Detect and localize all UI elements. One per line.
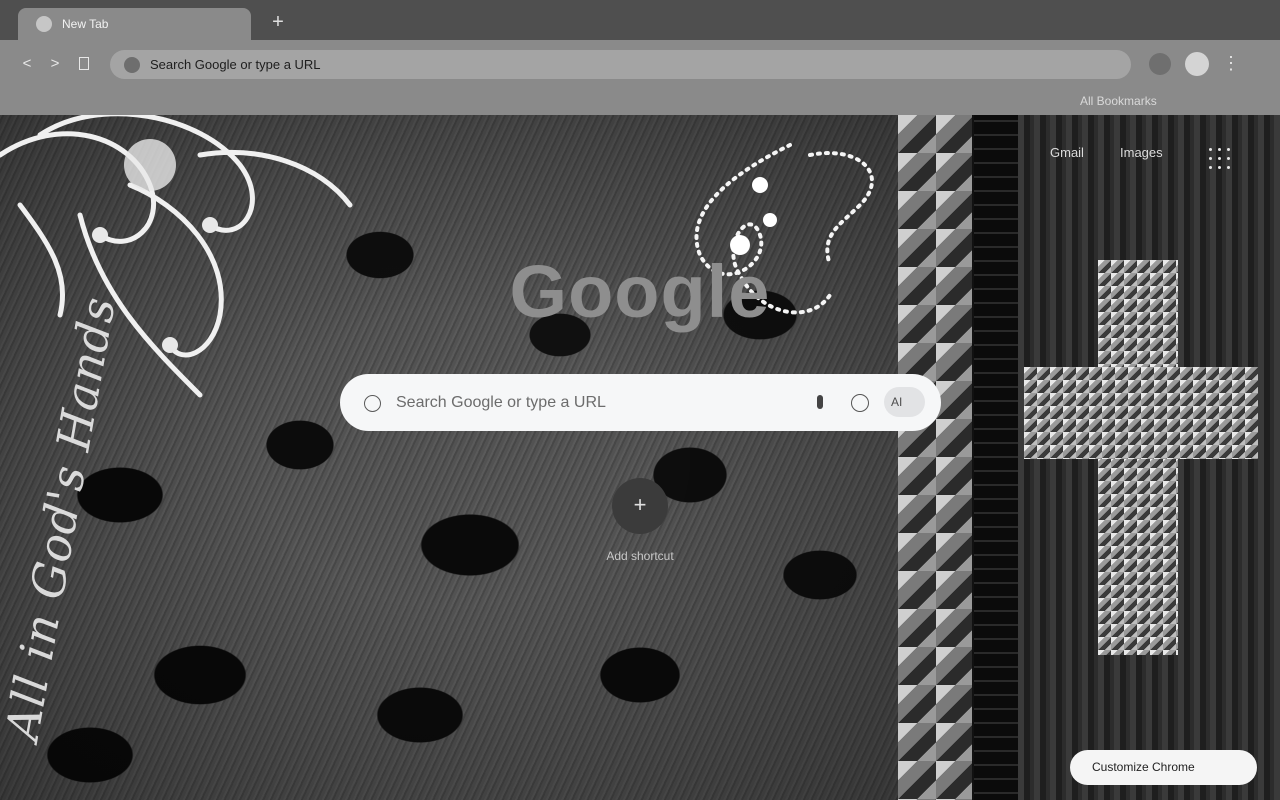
ntp-search-box[interactable]: Search Google or type a URL AI	[340, 374, 941, 431]
studded-strip	[898, 115, 974, 800]
tab-title: New Tab	[62, 17, 109, 31]
tab-new-tab[interactable]: New Tab	[18, 8, 251, 40]
search-placeholder: Search Google or type a URL	[396, 394, 606, 411]
address-bar-text: Search Google or type a URL	[150, 57, 321, 72]
extension-icon[interactable]	[1149, 53, 1171, 75]
ai-mode-button[interactable]: AI	[884, 387, 925, 417]
gmail-link[interactable]: Gmail	[1050, 145, 1084, 160]
all-bookmarks-button[interactable]: All Bookmarks	[1080, 94, 1157, 108]
profile-avatar-icon[interactable]	[1185, 52, 1209, 76]
google-apps-icon[interactable]	[1207, 146, 1233, 172]
forward-button[interactable]: >	[44, 52, 66, 76]
toolbar: < > Search Google or type a URL ⋮	[0, 40, 1280, 88]
globe-icon	[36, 16, 52, 32]
reload-button[interactable]	[73, 52, 95, 76]
lace-strip	[974, 115, 1018, 800]
search-icon	[364, 395, 381, 412]
images-link[interactable]: Images	[1120, 145, 1163, 160]
new-tab-button[interactable]: +	[266, 10, 290, 34]
theme-background: All in God's Hands	[0, 115, 1280, 800]
lens-icon[interactable]	[851, 394, 869, 412]
back-button[interactable]: <	[16, 52, 38, 76]
add-shortcut-button[interactable]: +	[612, 478, 668, 534]
add-shortcut-label: Add shortcut	[606, 549, 674, 563]
address-bar[interactable]: Search Google or type a URL	[110, 50, 1131, 79]
google-icon	[124, 56, 140, 73]
studded-cross-horizontal	[1024, 367, 1258, 459]
bookmarks-bar: All Bookmarks	[0, 88, 1280, 115]
tab-strip: New Tab +	[0, 0, 1280, 40]
more-menu-icon[interactable]: ⋮	[1222, 52, 1240, 76]
reload-icon	[79, 57, 89, 70]
customize-chrome-button[interactable]: Customize Chrome	[1070, 750, 1257, 785]
voice-search-icon[interactable]	[817, 395, 823, 409]
google-logo: Google	[509, 250, 771, 333]
